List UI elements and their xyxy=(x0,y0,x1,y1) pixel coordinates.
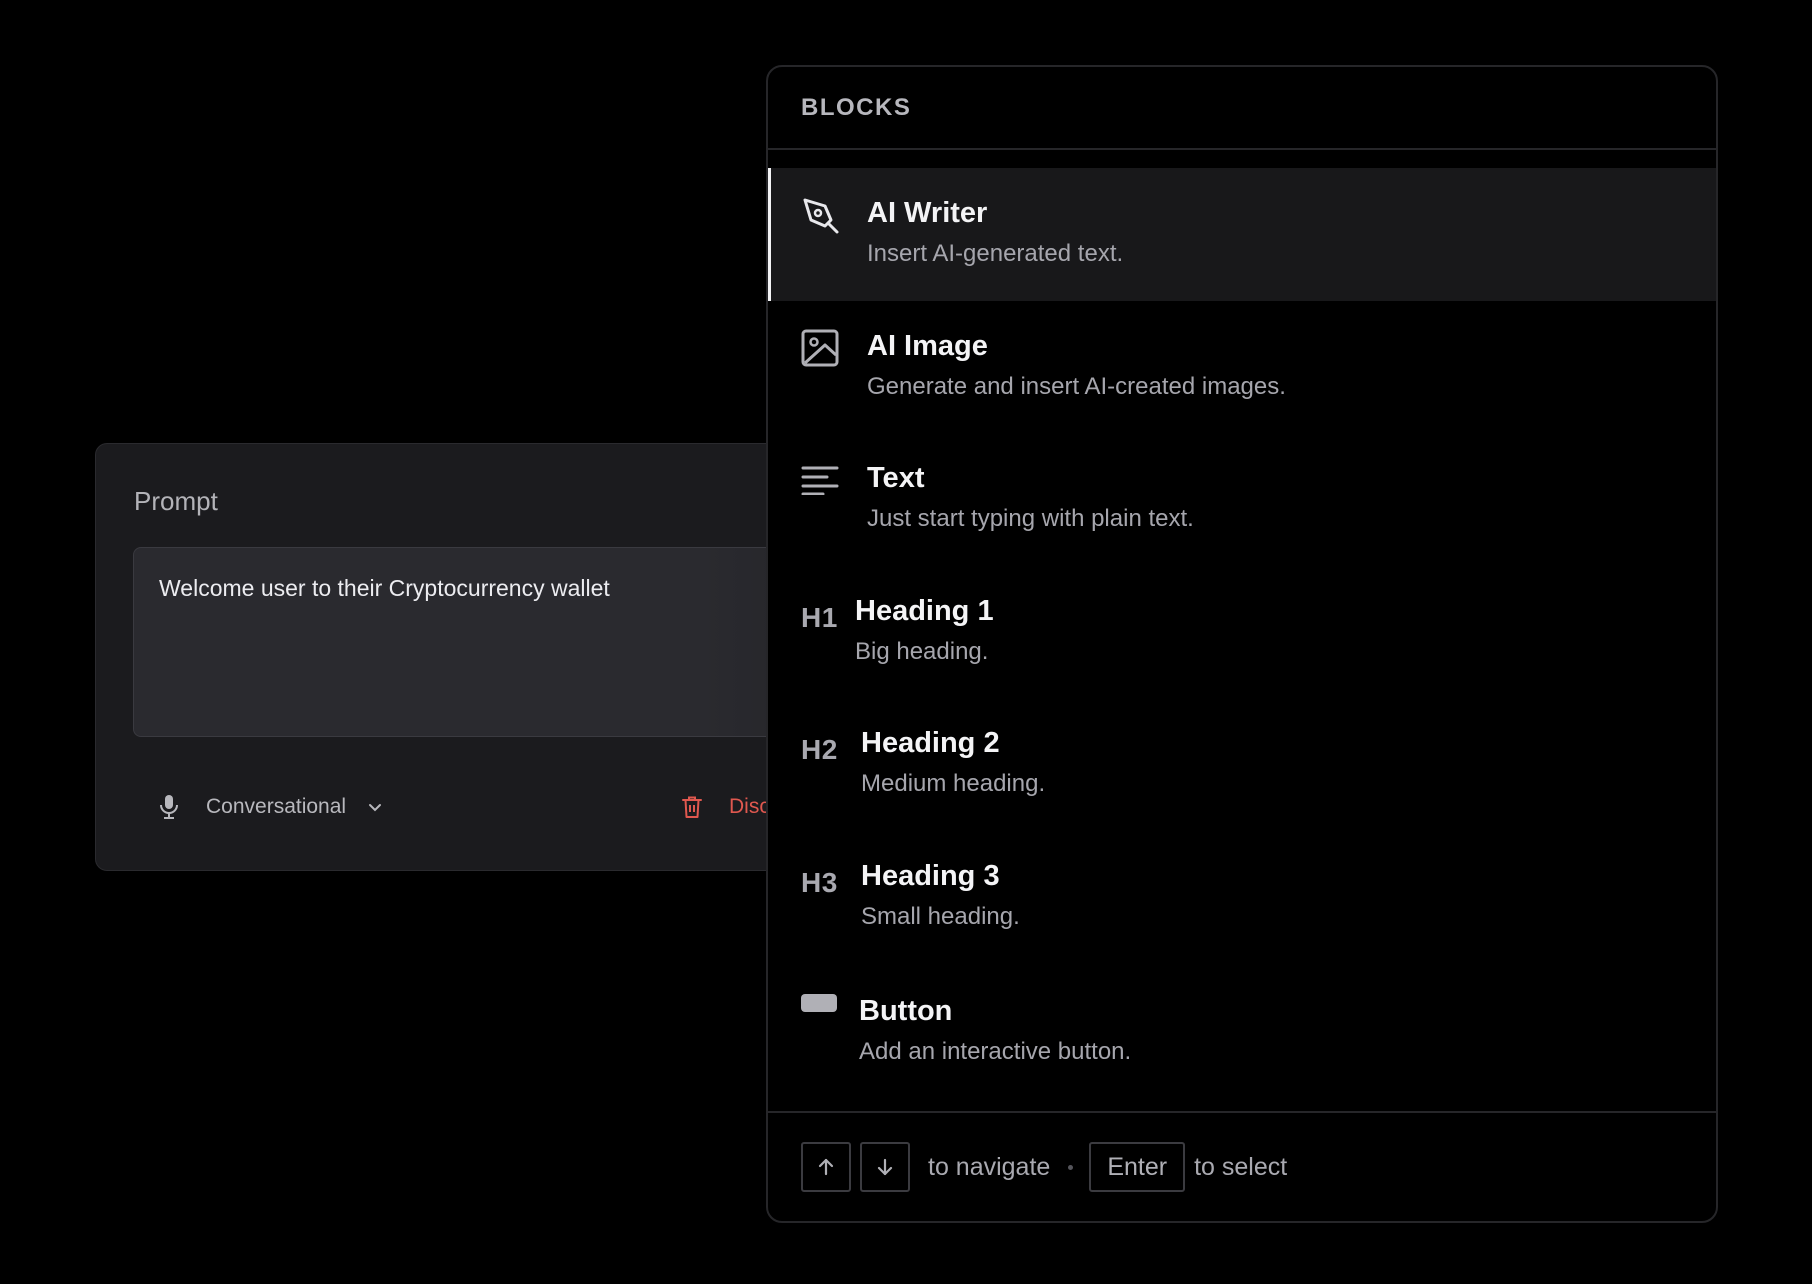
separator-dot xyxy=(1068,1164,1074,1170)
blocks-menu-footer: to navigate Enter to select xyxy=(768,1111,1716,1221)
arrow-up-icon xyxy=(818,1158,834,1176)
block-item-heading-3[interactable]: H3 Heading 3 Small heading. xyxy=(768,831,1716,964)
prompt-card: Prompt Welcome user to their Cryptocurre… xyxy=(95,443,893,871)
blocks-menu: BLOCKS AI Writer Insert AI-generated tex… xyxy=(766,65,1718,1223)
arrow-down-key xyxy=(860,1142,910,1192)
block-title: Button xyxy=(859,995,953,1027)
image-icon xyxy=(801,329,845,367)
discard-button[interactable]: Disc xyxy=(681,789,770,825)
navigate-hint: to navigate xyxy=(928,1152,1051,1181)
blocks-menu-header: BLOCKS xyxy=(768,67,1716,150)
block-title: Heading 2 xyxy=(861,727,1000,759)
prompt-label: Prompt xyxy=(134,486,218,516)
discard-label: Disc xyxy=(729,795,770,818)
heading-2-icon: H2 xyxy=(801,726,845,766)
heading-3-icon: H3 xyxy=(801,859,845,899)
block-description: Medium heading. xyxy=(861,770,1046,797)
heading-1-glyph: H1 xyxy=(801,601,838,633)
block-item-heading-1[interactable]: H1 Heading 1 Big heading. xyxy=(768,566,1716,699)
heading-2-glyph: H2 xyxy=(801,734,838,765)
block-description: Insert AI-generated text. xyxy=(867,240,1124,267)
block-title: Text xyxy=(867,462,925,494)
select-hint: to select xyxy=(1194,1152,1288,1181)
arrow-up-key xyxy=(801,1142,851,1192)
trash-icon xyxy=(681,795,703,819)
block-item-ai-writer[interactable]: AI Writer Insert AI-generated text. xyxy=(768,168,1716,301)
button-icon xyxy=(801,991,845,1012)
prompt-toolbar: Conversational xyxy=(158,789,382,825)
block-item-button[interactable]: Button Add an interactive button. xyxy=(768,963,1716,1096)
blocks-list: AI Writer Insert AI-generated text. AI I… xyxy=(768,168,1716,1096)
block-title: AI Writer xyxy=(867,197,988,229)
block-description: Small heading. xyxy=(861,902,1020,930)
enter-key: Enter xyxy=(1089,1142,1186,1192)
block-item-ai-image[interactable]: AI Image Generate and insert AI-created … xyxy=(768,301,1716,434)
voice-select-value: Conversational xyxy=(206,795,347,818)
block-title: AI Image xyxy=(867,329,988,362)
text-lines-icon xyxy=(801,461,845,495)
block-description: Just start typing with plain text. xyxy=(867,505,1194,532)
pen-nib-icon xyxy=(801,196,845,236)
heading-1-icon: H1 xyxy=(801,594,845,634)
voice-select[interactable]: Conversational xyxy=(206,795,382,819)
block-title: Heading 3 xyxy=(861,859,1000,892)
block-item-heading-2[interactable]: H2 Heading 2 Medium heading. xyxy=(768,698,1716,831)
block-title: Heading 1 xyxy=(855,594,994,627)
heading-3-glyph: H3 xyxy=(801,866,838,898)
block-description: Generate and insert AI-created images. xyxy=(867,372,1286,400)
microphone-icon xyxy=(158,794,180,820)
block-description: Add an interactive button. xyxy=(859,1038,1132,1065)
block-description: Big heading. xyxy=(855,637,989,665)
button-glyph xyxy=(801,994,837,1012)
arrow-down-icon xyxy=(877,1158,893,1176)
prompt-input-value: Welcome user to their Cryptocurrency wal… xyxy=(159,575,610,601)
chevron-down-icon xyxy=(368,803,382,812)
block-item-text[interactable]: Text Just start typing with plain text. xyxy=(768,433,1716,566)
